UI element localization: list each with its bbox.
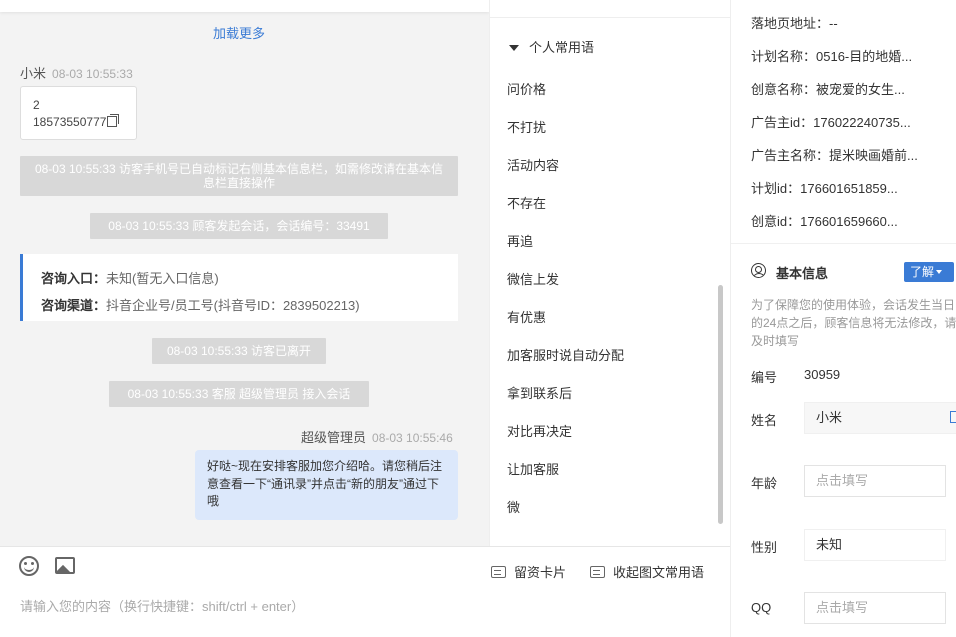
qq-label: QQ — [751, 600, 772, 615]
phrase-item[interactable]: 再追 — [507, 231, 533, 250]
divider — [731, 243, 956, 244]
phrase-item[interactable]: 让加客服 — [507, 459, 559, 478]
info-value: 提米映画婚前... — [829, 148, 918, 163]
card-line-1: 2 — [33, 98, 40, 112]
name-field[interactable]: 小米 — [804, 402, 956, 434]
entry-label: 咨询入口： — [41, 271, 107, 286]
phrase-item[interactable]: 对比再决定 — [507, 421, 572, 440]
info-value: 被宠爱的女生... — [816, 82, 905, 97]
user-circle-icon — [751, 263, 766, 278]
lead-card-label: 留资卡片 — [514, 565, 567, 580]
visitor-contact-card: 2 18573550777 — [20, 86, 137, 140]
copy-icon[interactable] — [107, 114, 120, 127]
divider — [490, 17, 730, 18]
plan-id-row: 计划id：176601651859... — [751, 178, 898, 197]
channel-label: 咨询渠道： — [41, 298, 107, 313]
phrase-item[interactable]: 拿到联系后 — [507, 383, 572, 402]
phrases-icon — [590, 566, 605, 578]
phrases-group-label: 个人常用语 — [529, 40, 595, 55]
edit-notice: 为了保障您的使用体验，会话发生当日的24点之后，顾客信息将无法修改，请及时填写 — [751, 298, 956, 348]
advertiser-id-row: 广告主id：176022240735... — [751, 112, 911, 131]
chat-top-bar — [0, 0, 489, 12]
agent-name: 超级管理员 — [301, 430, 367, 445]
lead-card-button[interactable]: 留资卡片 — [491, 562, 566, 581]
basic-info-title: 基本信息 — [776, 266, 829, 281]
system-message: 08-03 10:55:33 客服 超级管理员 接入会话 — [109, 381, 369, 407]
phrase-item[interactable]: 不存在 — [507, 193, 546, 212]
image-icon[interactable] — [55, 557, 75, 574]
gender-select[interactable]: 未知 — [804, 529, 946, 561]
agent-message-bubble: 好哒~现在安排客服加您介绍哈。请您稍后注意查看一下“通讯录”并点击“新的朋友”通… — [195, 450, 458, 520]
creative-name-row: 创意名称：被宠爱的女生... — [751, 79, 905, 98]
caret-down-icon — [509, 45, 519, 51]
visitor-message-time: 08-03 10:55:33 — [52, 67, 133, 81]
system-message: 08-03 10:55:33 访客手机号已自动标记右侧基本信息栏，如需修改请在基… — [20, 156, 458, 196]
creative-id-row: 创意id：176601659660... — [751, 211, 898, 230]
gender-label: 性别 — [751, 540, 778, 555]
learn-more-label: 了解 — [910, 265, 935, 279]
common-phrases-panel: 个人常用语 问价格 不打扰 活动内容 不存在 再追 微信上发 有优惠 加客服时说… — [489, 0, 730, 546]
info-value: 0516-目的地婚... — [816, 49, 913, 64]
info-value: 176022240735... — [813, 115, 911, 130]
chat-panel: 加载更多 小米 08-03 10:55:33 2 18573550777 08-0… — [0, 0, 489, 546]
info-label: 广告主id： — [751, 115, 814, 130]
info-label: 创意名称： — [751, 82, 817, 97]
emoji-icon[interactable] — [19, 556, 39, 576]
info-value: -- — [829, 16, 838, 31]
phrases-group-toggle[interactable]: 个人常用语 — [509, 37, 594, 56]
visitor-name: 小米 — [20, 66, 47, 81]
collapse-phrases-button[interactable]: 收起图文常用语 — [590, 562, 704, 581]
advertiser-name-row: 广告主名称：提米映画婚前... — [751, 145, 918, 164]
info-label: 创意id： — [751, 214, 801, 229]
visitor-message-meta: 小米 08-03 10:55:33 — [20, 63, 133, 82]
age-label: 年龄 — [751, 476, 778, 491]
card-phone: 18573550777 — [33, 115, 107, 129]
entry-value: 未知(暂无入口信息) — [106, 271, 219, 286]
phrases-scrollbar[interactable] — [718, 285, 723, 524]
channel-value: 抖音企业号/员工号(抖音号ID：2839502213) — [106, 298, 360, 313]
id-value: 30959 — [804, 367, 841, 382]
caret-down-icon — [936, 270, 943, 274]
system-message: 08-03 10:55:33 顾客发起会话，会话编号：33491 — [90, 213, 388, 239]
phrase-item[interactable]: 不打扰 — [507, 117, 546, 136]
info-label: 计划名称： — [751, 49, 817, 64]
info-label: 计划id： — [751, 181, 801, 196]
info-value: 176601659660... — [800, 214, 898, 229]
phrase-item[interactable]: 微信上发 — [507, 269, 559, 288]
plan-name-row: 计划名称：0516-目的地婚... — [751, 46, 912, 65]
qq-field[interactable]: 点击填写 — [804, 592, 946, 624]
info-value: 176601651859... — [800, 181, 898, 196]
phrase-item[interactable]: 活动内容 — [507, 155, 559, 174]
landing-page-row: 落地页地址：-- — [751, 13, 838, 32]
collapse-phrases-label: 收起图文常用语 — [613, 565, 705, 580]
message-input[interactable]: 请输入您的内容（换行快捷键：shift/ctrl + enter） — [20, 596, 304, 615]
name-label: 姓名 — [751, 413, 778, 428]
age-field[interactable]: 点击填写 — [804, 465, 946, 497]
customer-info-panel: 落地页地址：-- 计划名称：0516-目的地婚... 创意名称：被宠爱的女生..… — [730, 0, 956, 637]
info-label: 广告主名称： — [751, 148, 830, 163]
phrase-item[interactable]: 加客服时说自动分配 — [507, 345, 624, 364]
learn-more-button[interactable]: 了解 — [904, 262, 954, 282]
card-icon — [491, 566, 506, 578]
load-more-link[interactable]: 加载更多 — [0, 23, 478, 42]
agent-message-time: 08-03 10:55:46 — [372, 431, 453, 445]
consult-entry-box: 咨询入口：未知(暂无入口信息) 咨询渠道：抖音企业号/员工号(抖音号ID：283… — [20, 254, 458, 321]
info-label: 落地页地址： — [751, 16, 830, 31]
agent-message-meta: 超级管理员 08-03 10:55:46 — [301, 427, 453, 446]
copy-icon[interactable] — [950, 411, 956, 423]
phrase-item[interactable]: 问价格 — [507, 79, 546, 98]
id-label: 编号 — [751, 370, 778, 385]
message-input-area: 留资卡片 收起图文常用语 请输入您的内容（换行快捷键：shift/ctrl + … — [0, 546, 730, 637]
system-message: 08-03 10:55:33 访客已离开 — [152, 338, 326, 364]
phrase-item[interactable]: 微 — [507, 497, 520, 516]
phrase-item[interactable]: 有优惠 — [507, 307, 546, 326]
